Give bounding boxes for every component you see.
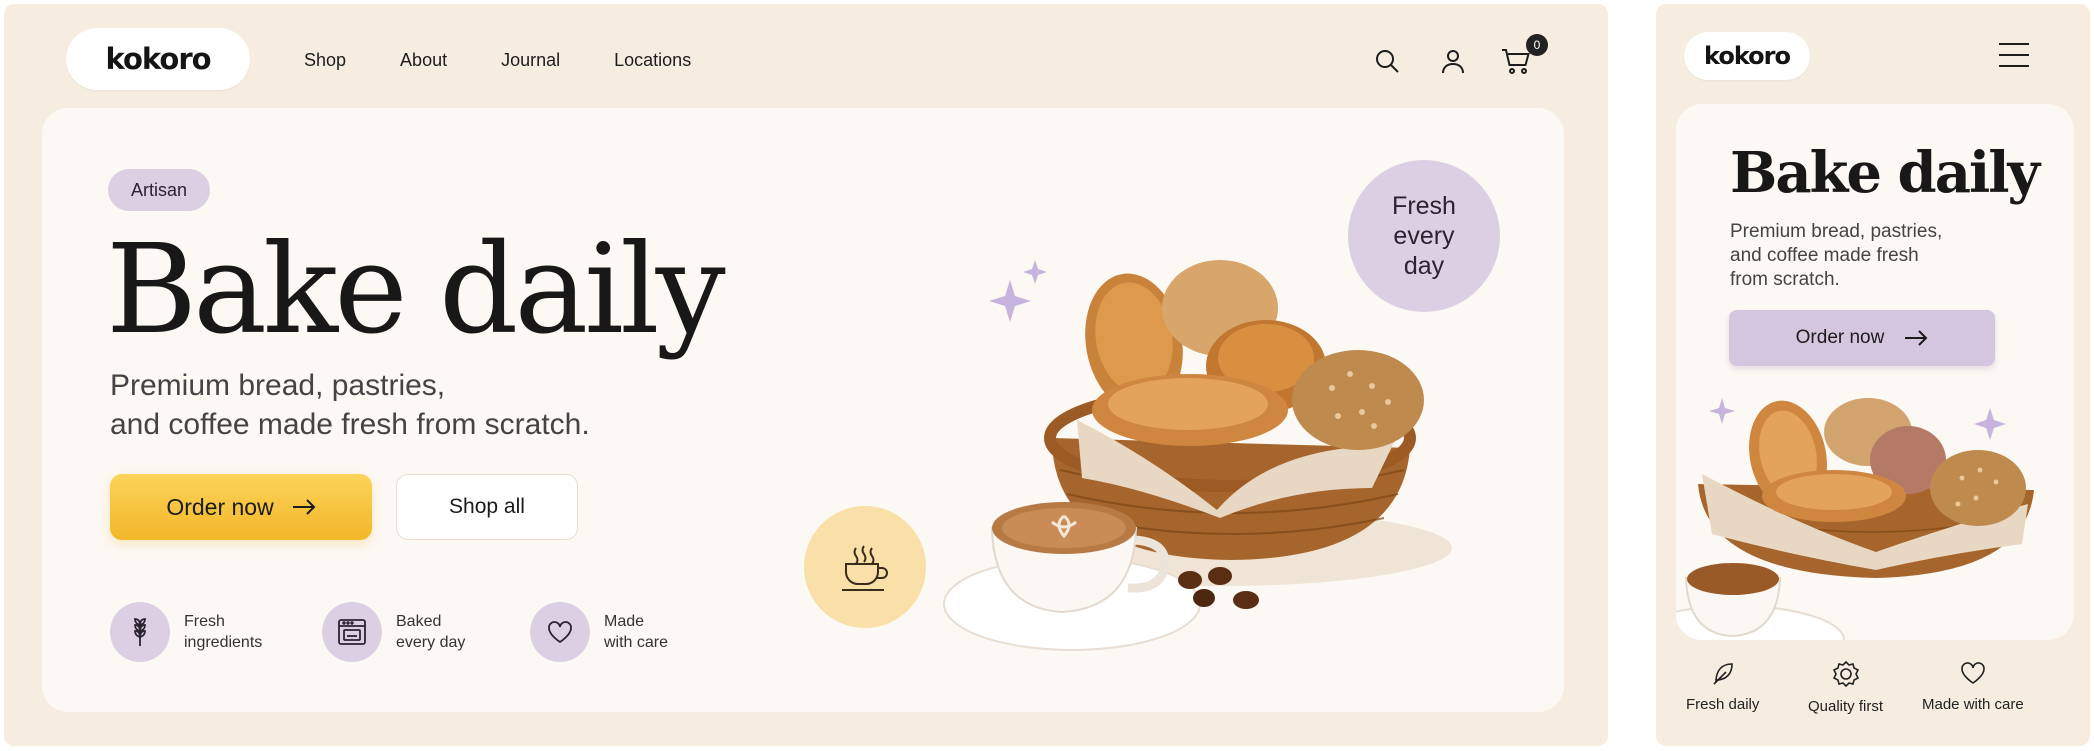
nav-item-about[interactable]: About: [400, 50, 447, 71]
fresh-every-day-badge: Fresh every day: [1348, 160, 1500, 312]
heart-icon: [530, 602, 590, 662]
logo[interactable]: kokoro: [66, 28, 250, 90]
feature-label: with care: [604, 634, 669, 651]
hero-subtitle: Premium bread, pastries, and coffee made…: [110, 366, 670, 444]
artisan-tag: Artisan: [108, 169, 210, 211]
badge-line: every: [1393, 222, 1455, 250]
leaf-icon: [1713, 663, 1733, 685]
hero-subtitle-line: Premium bread, pastries,: [1730, 221, 1943, 242]
feature-label: every day: [396, 634, 466, 651]
bread-basket-illustration: [1676, 398, 2034, 640]
feature-label: Baked: [396, 613, 442, 630]
main-nav: Shop About Journal Locations: [304, 50, 745, 71]
nav-item-journal[interactable]: Journal: [501, 50, 560, 71]
wheat-icon: [110, 602, 170, 662]
hero-card: Artisan Bake daily Premium bread, pastri…: [42, 108, 1564, 712]
oven-icon: [322, 602, 382, 662]
feature-label: ingredients: [184, 634, 263, 651]
arrow-right-icon: [292, 499, 316, 515]
hero-subtitle: Premium bread, pastries, and coffee made…: [1730, 220, 2020, 292]
hero-subtitle-line: from scratch.: [1730, 269, 1840, 290]
feature-fresh-ingredients: Fresh ingredients: [110, 602, 262, 662]
user-icon[interactable]: [1435, 43, 1471, 79]
arrow-right-icon: [1905, 330, 1928, 346]
nav-item-locations[interactable]: Locations: [614, 50, 691, 71]
order-now-label: Order now: [166, 493, 274, 520]
feature-made-with-care: Made with care: [1922, 660, 2024, 713]
badge-line: day: [1403, 252, 1445, 280]
desktop-viewport: kokoro Shop About Journal Locations 0 Ar…: [4, 4, 1608, 746]
order-now-label: Order now: [1795, 327, 1885, 348]
badge-line: Fresh: [1392, 192, 1456, 220]
hero-card: Bake daily Premium bread, pastries, and …: [1676, 104, 2074, 640]
search-icon[interactable]: [1369, 43, 1405, 79]
cart-count-badge: 0: [1526, 34, 1548, 56]
order-now-button[interactable]: Order now: [110, 474, 372, 540]
hero-subtitle-line: and coffee made fresh: [1730, 245, 1919, 266]
feature-label: Made: [604, 613, 645, 630]
feature-made-with-care: Made with care: [530, 602, 668, 662]
hamburger-menu-icon[interactable]: [1996, 40, 2032, 70]
order-now-button[interactable]: Order now: [1729, 310, 1995, 366]
logo[interactable]: kokoro: [1684, 32, 1810, 80]
feature-label: Fresh daily: [1686, 696, 1760, 713]
feature-fresh-daily: Fresh daily: [1686, 660, 1759, 713]
sparkle-icon: [1709, 398, 1735, 424]
nav-item-shop[interactable]: Shop: [304, 50, 346, 71]
hero-title: Bake daily: [106, 218, 726, 362]
heart-icon: [1961, 662, 1985, 684]
feature-quality-first: Quality first: [1808, 660, 1883, 715]
feature-label: Quality first: [1808, 698, 1884, 715]
coffee-cup-icon: [804, 506, 926, 628]
hero-subtitle-line: and coffee made fresh from scratch.: [110, 408, 590, 441]
badge-icon: [1832, 660, 1859, 688]
hero-subtitle-line: Premium bread, pastries,: [110, 369, 446, 402]
shop-all-button[interactable]: Shop all: [396, 474, 578, 540]
sparkle-icon: [1023, 260, 1047, 284]
feature-label: Fresh: [184, 613, 225, 630]
hero-title: Bake daily: [1730, 140, 2040, 206]
feature-label: Made with care: [1922, 696, 2024, 713]
mobile-viewport: kokoro Bake daily Premium bread, pastrie…: [1656, 4, 2090, 746]
feature-baked-every-day: Baked every day: [322, 602, 465, 662]
sparkle-icon: [989, 280, 1031, 322]
sparkle-icon: [1974, 408, 2006, 440]
